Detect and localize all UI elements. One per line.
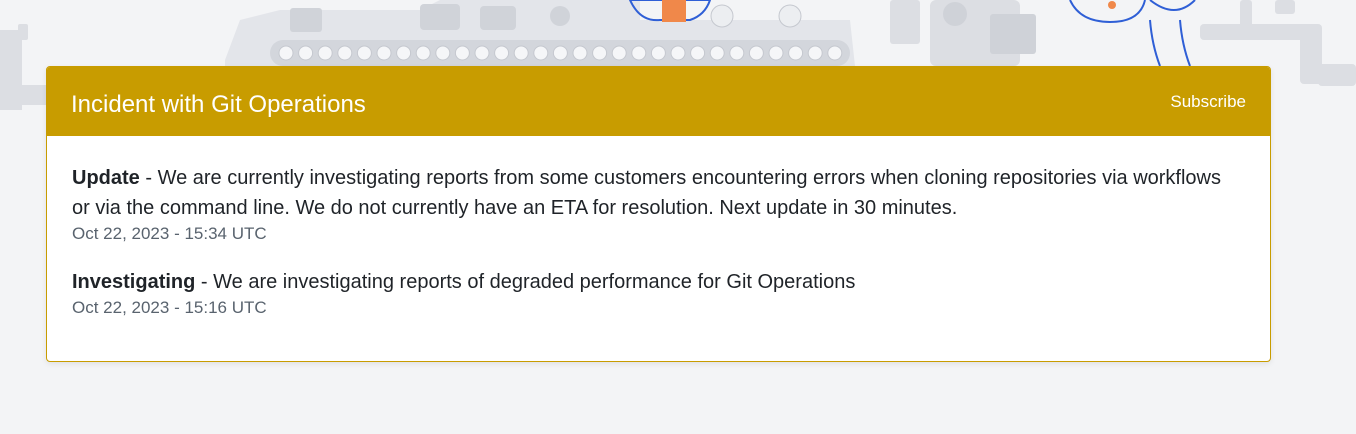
update-timestamp: Oct 22, 2023 - 15:16 UTC [72,298,267,317]
conveyor-roller [356,45,372,61]
incident-update-item: Investigating - We are investigating rep… [72,267,1222,319]
conveyor-roller [611,45,627,61]
update-timestamp: Oct 22, 2023 - 15:34 UTC [72,224,267,243]
conveyor-roller [415,45,431,61]
incident-updates-list: Update - We are currently investigating … [72,163,1222,341]
conveyor-machine-graphic [225,0,855,66]
update-separator: - [139,167,158,189]
conveyor-roller [631,45,647,61]
left-pipes-graphic [0,24,50,110]
conveyor-roller [317,45,333,61]
conveyor-roller [298,45,314,61]
conveyor-roller [788,45,804,61]
conveyor-roller [474,45,490,61]
update-body: Update - We are currently investigating … [72,163,1222,223]
update-status: Investigating [72,271,196,293]
conveyor-roller [454,45,470,61]
character-left-graphic [628,0,712,22]
conveyor-roller [435,45,451,61]
conveyor-roller [729,45,745,61]
conveyor-roller [709,45,725,61]
update-message: We are investigating reports of degraded… [213,271,856,293]
conveyor-roller [337,45,353,61]
conveyor-roller [807,45,823,61]
right-machine-graphic [890,0,1036,66]
conveyor-roller [278,45,294,61]
conveyor-roller [513,45,529,61]
conveyor-roller [552,45,568,61]
conveyor-roller [650,45,666,61]
conveyor-roller [494,45,510,61]
incident-title: Incident with Git Operations [71,91,366,118]
conveyor-roller [376,45,392,61]
incident-card: Incident with Git Operations Subscribe U… [46,66,1271,362]
conveyor-roller [768,45,784,61]
conveyor-roller [670,45,686,61]
character-right-graphic [1069,0,1196,67]
update-separator: - [195,271,214,293]
conveyor-roller [827,45,843,61]
conveyor-roller [690,45,706,61]
subscribe-button[interactable]: Subscribe [1170,92,1246,112]
incident-header: Incident with Git Operations Subscribe [47,67,1270,136]
update-message: We are currently investigating reports f… [72,167,1221,219]
conveyor-roller [396,45,412,61]
conveyor-roller [748,45,764,61]
conveyor-roller [592,45,608,61]
update-body: Investigating - We are investigating rep… [72,267,1222,297]
conveyor-roller [572,45,588,61]
update-status: Update [72,167,140,189]
incident-update-item: Update - We are currently investigating … [72,163,1222,245]
conveyor-roller [533,45,549,61]
